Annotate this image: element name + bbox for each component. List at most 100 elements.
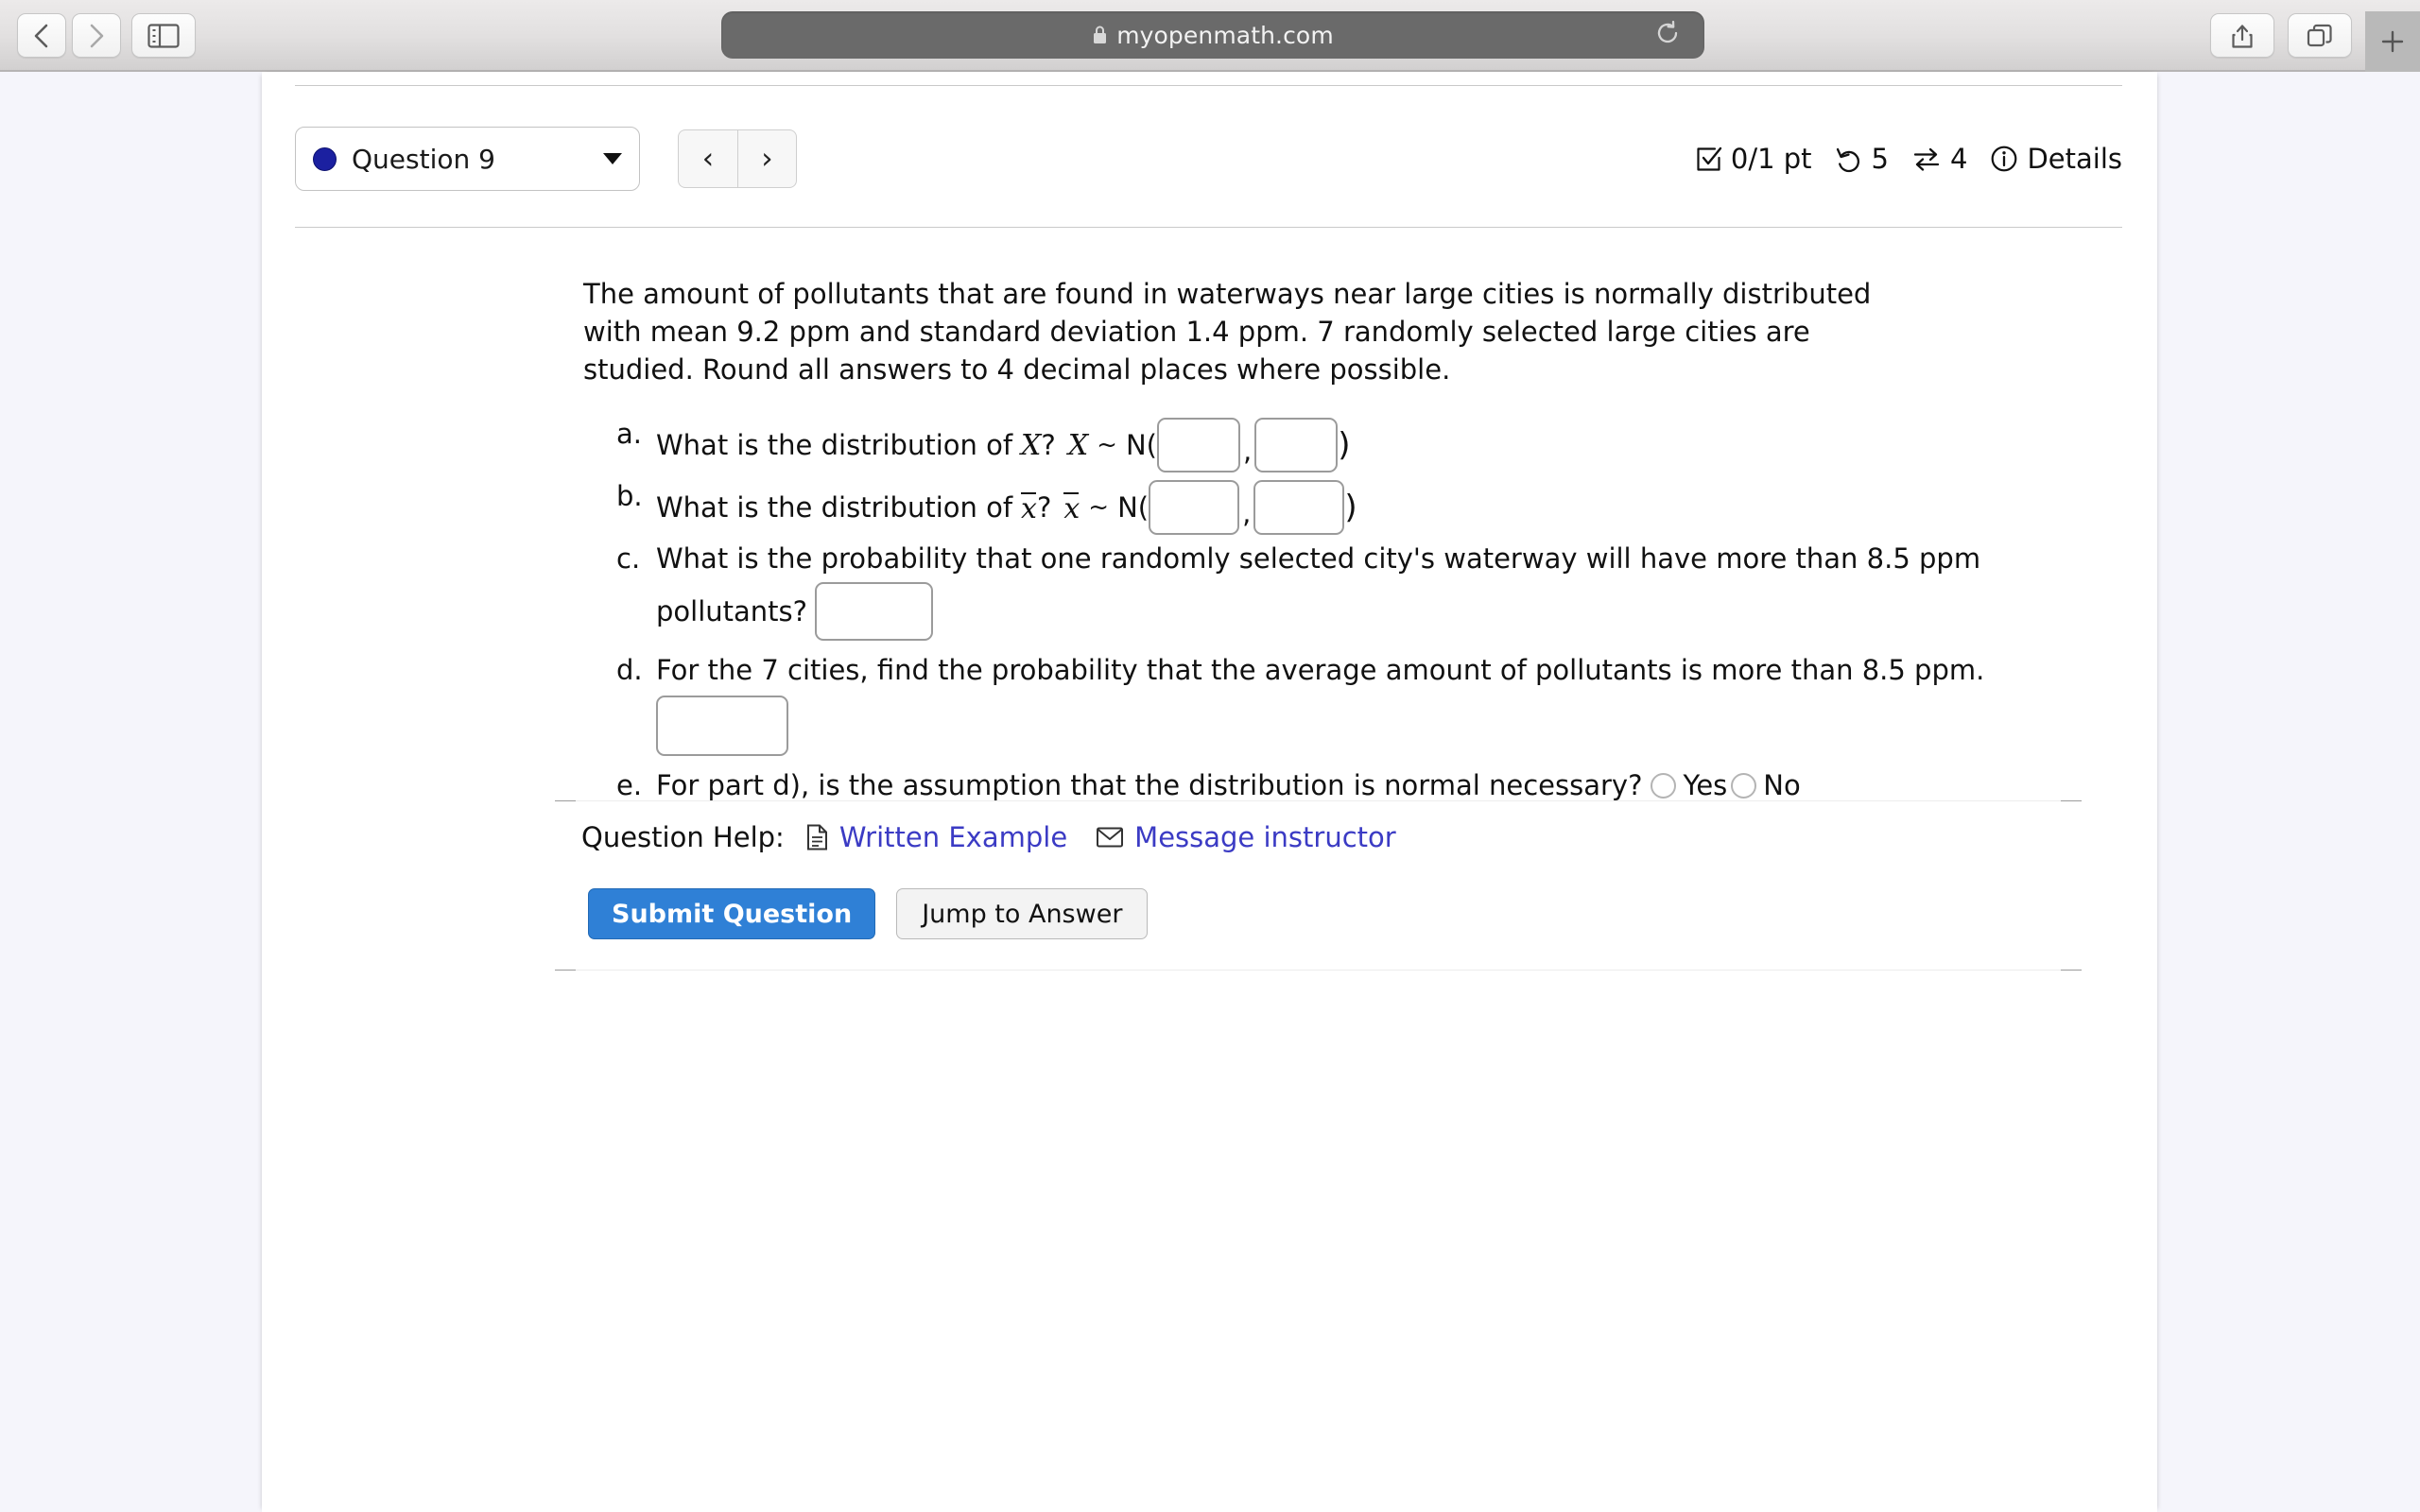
question-status-dot bbox=[313, 146, 337, 171]
written-example-link[interactable]: Written Example bbox=[805, 821, 1067, 853]
content-sheet: Question 9 ‹ › 0/1 pt 5 4 Details The am… bbox=[262, 72, 2157, 1512]
reload-button[interactable] bbox=[1653, 19, 1682, 51]
problem-statement: The amount of pollutants that are found … bbox=[583, 278, 1872, 387]
versions-indicator: 4 bbox=[1911, 143, 1967, 175]
part-b-variable: x bbox=[1021, 491, 1037, 525]
score-text: 0/1 pt bbox=[1730, 143, 1812, 175]
url-text: myopenmath.com bbox=[1116, 21, 1334, 49]
back-button[interactable] bbox=[17, 13, 66, 58]
header-divider-top bbox=[295, 85, 2122, 86]
part-a-variable-repeat: X bbox=[1067, 428, 1089, 462]
written-example-label: Written Example bbox=[838, 821, 1068, 853]
plus-icon bbox=[2381, 30, 2404, 53]
share-icon bbox=[2232, 24, 2253, 48]
question-help-row: Question Help: Written Example Message i… bbox=[581, 821, 1425, 853]
info-circle-icon bbox=[1992, 146, 2017, 172]
versions-count: 4 bbox=[1950, 143, 1968, 175]
url-display: myopenmath.com bbox=[1092, 22, 1334, 49]
part-d-answer-input[interactable] bbox=[656, 696, 788, 756]
part-b-marker: b. bbox=[616, 480, 643, 512]
help-divider bbox=[555, 800, 2082, 801]
page-surface: Question 9 ‹ › 0/1 pt 5 4 Details The am… bbox=[0, 72, 2420, 1512]
document-icon bbox=[806, 824, 827, 850]
chevron-right-icon bbox=[90, 24, 104, 47]
checkbox-checked-icon bbox=[1697, 146, 1722, 171]
part-b-variable-repeat: x bbox=[1063, 491, 1080, 525]
question-parts-list: a. What is the distribution of X ? X ~ N… bbox=[616, 418, 2091, 801]
header-divider-bottom bbox=[295, 227, 2122, 228]
part-b-tilde: ~ bbox=[1088, 493, 1110, 522]
part-b-prompt: What is the distribution of bbox=[656, 491, 1013, 524]
chevron-left-icon bbox=[34, 24, 48, 47]
part-a-tilde: ~ bbox=[1097, 431, 1117, 459]
question-nav-group: ‹ › bbox=[678, 129, 797, 188]
sidebar-toggle-icon bbox=[147, 23, 180, 48]
previous-question-button[interactable]: ‹ bbox=[678, 129, 737, 188]
forward-button[interactable] bbox=[72, 13, 121, 58]
part-e-radio-no[interactable] bbox=[1731, 772, 1757, 799]
part-e-no-label: No bbox=[1763, 769, 1801, 801]
part-a-comma: , bbox=[1242, 435, 1253, 467]
part-e-row: e. For part d), is the assumption that t… bbox=[616, 769, 2091, 801]
browser-toolbar: myopenmath.com bbox=[0, 0, 2420, 72]
attempts-count: 5 bbox=[1871, 143, 1889, 175]
share-button[interactable] bbox=[2210, 13, 2274, 58]
question-header: Question 9 ‹ › 0/1 pt 5 4 Details bbox=[295, 98, 2122, 219]
lock-icon bbox=[1094, 26, 1107, 43]
chevron-down-icon bbox=[603, 153, 622, 164]
part-b-row: b. What is the distribution of x ? x ~ N… bbox=[616, 480, 2091, 535]
tabs-overview-button[interactable] bbox=[2288, 13, 2352, 58]
bottom-divider bbox=[555, 970, 2082, 971]
score-indicator: 0/1 pt bbox=[1695, 143, 1812, 175]
part-a-mean-input[interactable] bbox=[1156, 418, 1240, 472]
navigation-button-group bbox=[17, 13, 121, 58]
envelope-icon bbox=[1097, 827, 1124, 848]
next-question-button[interactable]: › bbox=[737, 129, 797, 188]
part-d-marker: d. bbox=[616, 654, 643, 686]
submit-question-button[interactable]: Submit Question bbox=[588, 888, 876, 939]
action-button-group: Submit Question Jump to Answer bbox=[588, 888, 1149, 939]
question-selector[interactable]: Question 9 bbox=[295, 127, 640, 191]
details-button[interactable]: Details bbox=[1990, 143, 2122, 175]
part-a-close-paren: ) bbox=[1338, 426, 1351, 464]
address-bar[interactable]: myopenmath.com bbox=[721, 11, 1704, 59]
part-e-yes-label: Yes bbox=[1683, 769, 1728, 801]
part-a-marker: a. bbox=[616, 418, 642, 450]
question-meta-group: 0/1 pt 5 4 Details bbox=[1695, 143, 2122, 175]
part-a-variable: X bbox=[1021, 428, 1042, 462]
message-instructor-label: Message instructor bbox=[1134, 821, 1396, 853]
part-a-row: a. What is the distribution of X ? X ~ N… bbox=[616, 418, 2091, 472]
part-a-question-mark: ? bbox=[1041, 429, 1056, 461]
part-a-sd-input[interactable] bbox=[1254, 418, 1339, 472]
part-e-text: For part d), is the assumption that the … bbox=[656, 769, 1643, 801]
question-selector-label: Question 9 bbox=[352, 143, 495, 175]
undo-arrow-icon bbox=[1836, 147, 1859, 172]
part-c-answer-input[interactable] bbox=[815, 582, 934, 641]
part-c-line1: What is the probability that one randoml… bbox=[656, 542, 1981, 575]
new-tab-button[interactable] bbox=[2365, 11, 2420, 72]
details-label: Details bbox=[2027, 143, 2122, 175]
part-d-text: For the 7 cities, find the probability t… bbox=[656, 654, 1985, 686]
part-b-sd-input[interactable] bbox=[1253, 480, 1345, 535]
part-b-comma: , bbox=[1242, 497, 1252, 529]
part-c-line2: pollutants? bbox=[656, 595, 808, 627]
part-b-close-paren: ) bbox=[1344, 489, 1357, 526]
tabs-overview-icon bbox=[2307, 24, 2332, 46]
part-e-radio-yes[interactable] bbox=[1651, 772, 1677, 799]
part-b-mean-input[interactable] bbox=[1149, 480, 1240, 535]
part-b-question-mark: ? bbox=[1036, 491, 1052, 524]
part-e-marker: e. bbox=[616, 769, 643, 801]
message-instructor-link[interactable]: Message instructor bbox=[1096, 821, 1396, 853]
part-a-prompt: What is the distribution of bbox=[656, 429, 1013, 461]
jump-to-answer-button[interactable]: Jump to Answer bbox=[896, 888, 1149, 939]
toolbar-right-group bbox=[2210, 13, 2352, 58]
sidebar-toggle-button[interactable] bbox=[131, 13, 196, 58]
reload-icon bbox=[1657, 20, 1678, 43]
question-help-label: Question Help: bbox=[581, 821, 785, 853]
part-d-row: d. For the 7 cities, find the probabilit… bbox=[616, 654, 2091, 756]
swap-arrows-icon bbox=[1913, 147, 1940, 171]
part-c-row: c. What is the probability that one rand… bbox=[616, 542, 2091, 641]
attempts-indicator: 5 bbox=[1835, 143, 1889, 175]
part-b-dist-open: N( bbox=[1117, 491, 1150, 524]
part-c-marker: c. bbox=[616, 542, 641, 575]
